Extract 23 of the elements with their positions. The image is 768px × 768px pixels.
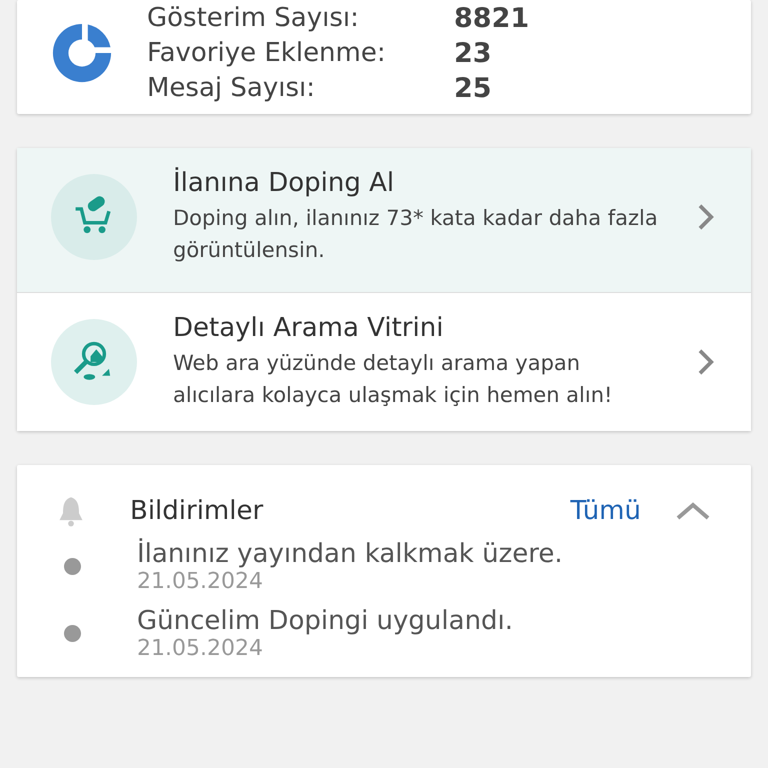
stat-label: Gösterim Sayısı: [147,3,360,33]
stat-value: 23 [454,38,492,68]
notification-date: 21.05.2024 [137,636,264,661]
notification-date: 21.05.2024 [137,569,264,594]
promotion-item[interactable]: İlanına Doping Al Doping alın, ilanınız 73* kata kadar daha fazla görüntülensin. [17,148,751,292]
bell-icon [57,495,85,527]
stat-label: Favoriye Eklenme: [147,38,387,68]
notification-text[interactable]: İlanınız yayından kalkmak üzere. [137,539,563,569]
pie-chart-icon [51,22,113,84]
promotion-title: Detaylı Arama Vitrini [173,313,444,343]
bullet-dot-icon [64,625,81,642]
notification-text[interactable]: Güncelim Dopingi uygulandı. [137,606,514,636]
stat-value: 8821 [454,2,530,34]
section-title: Bildirimler [130,496,264,526]
stat-label: Mesaj Sayısı: [147,73,316,103]
bullet-dot-icon [64,558,81,575]
promotion-description: Doping alın, ilanınız 73* kata kadar daha fazla görüntülensin. [173,205,659,264]
chevron-up-icon[interactable] [675,501,711,521]
see-all-link[interactable]: Tümü [570,496,641,526]
stat-value: 25 [454,72,492,104]
promotion-description: Web ara yüzünde detaylı arama yapan alıcılara kolayca ulaşmak için hemen alın! [173,350,614,409]
promotion-item[interactable]: Detaylı Arama Vitrini Web ara yüzünde detaylı arama yapan alıcılara kolayca ulaşmak için hemen alın! [17,292,751,431]
promotion-title: İlanına Doping Al [173,168,396,198]
